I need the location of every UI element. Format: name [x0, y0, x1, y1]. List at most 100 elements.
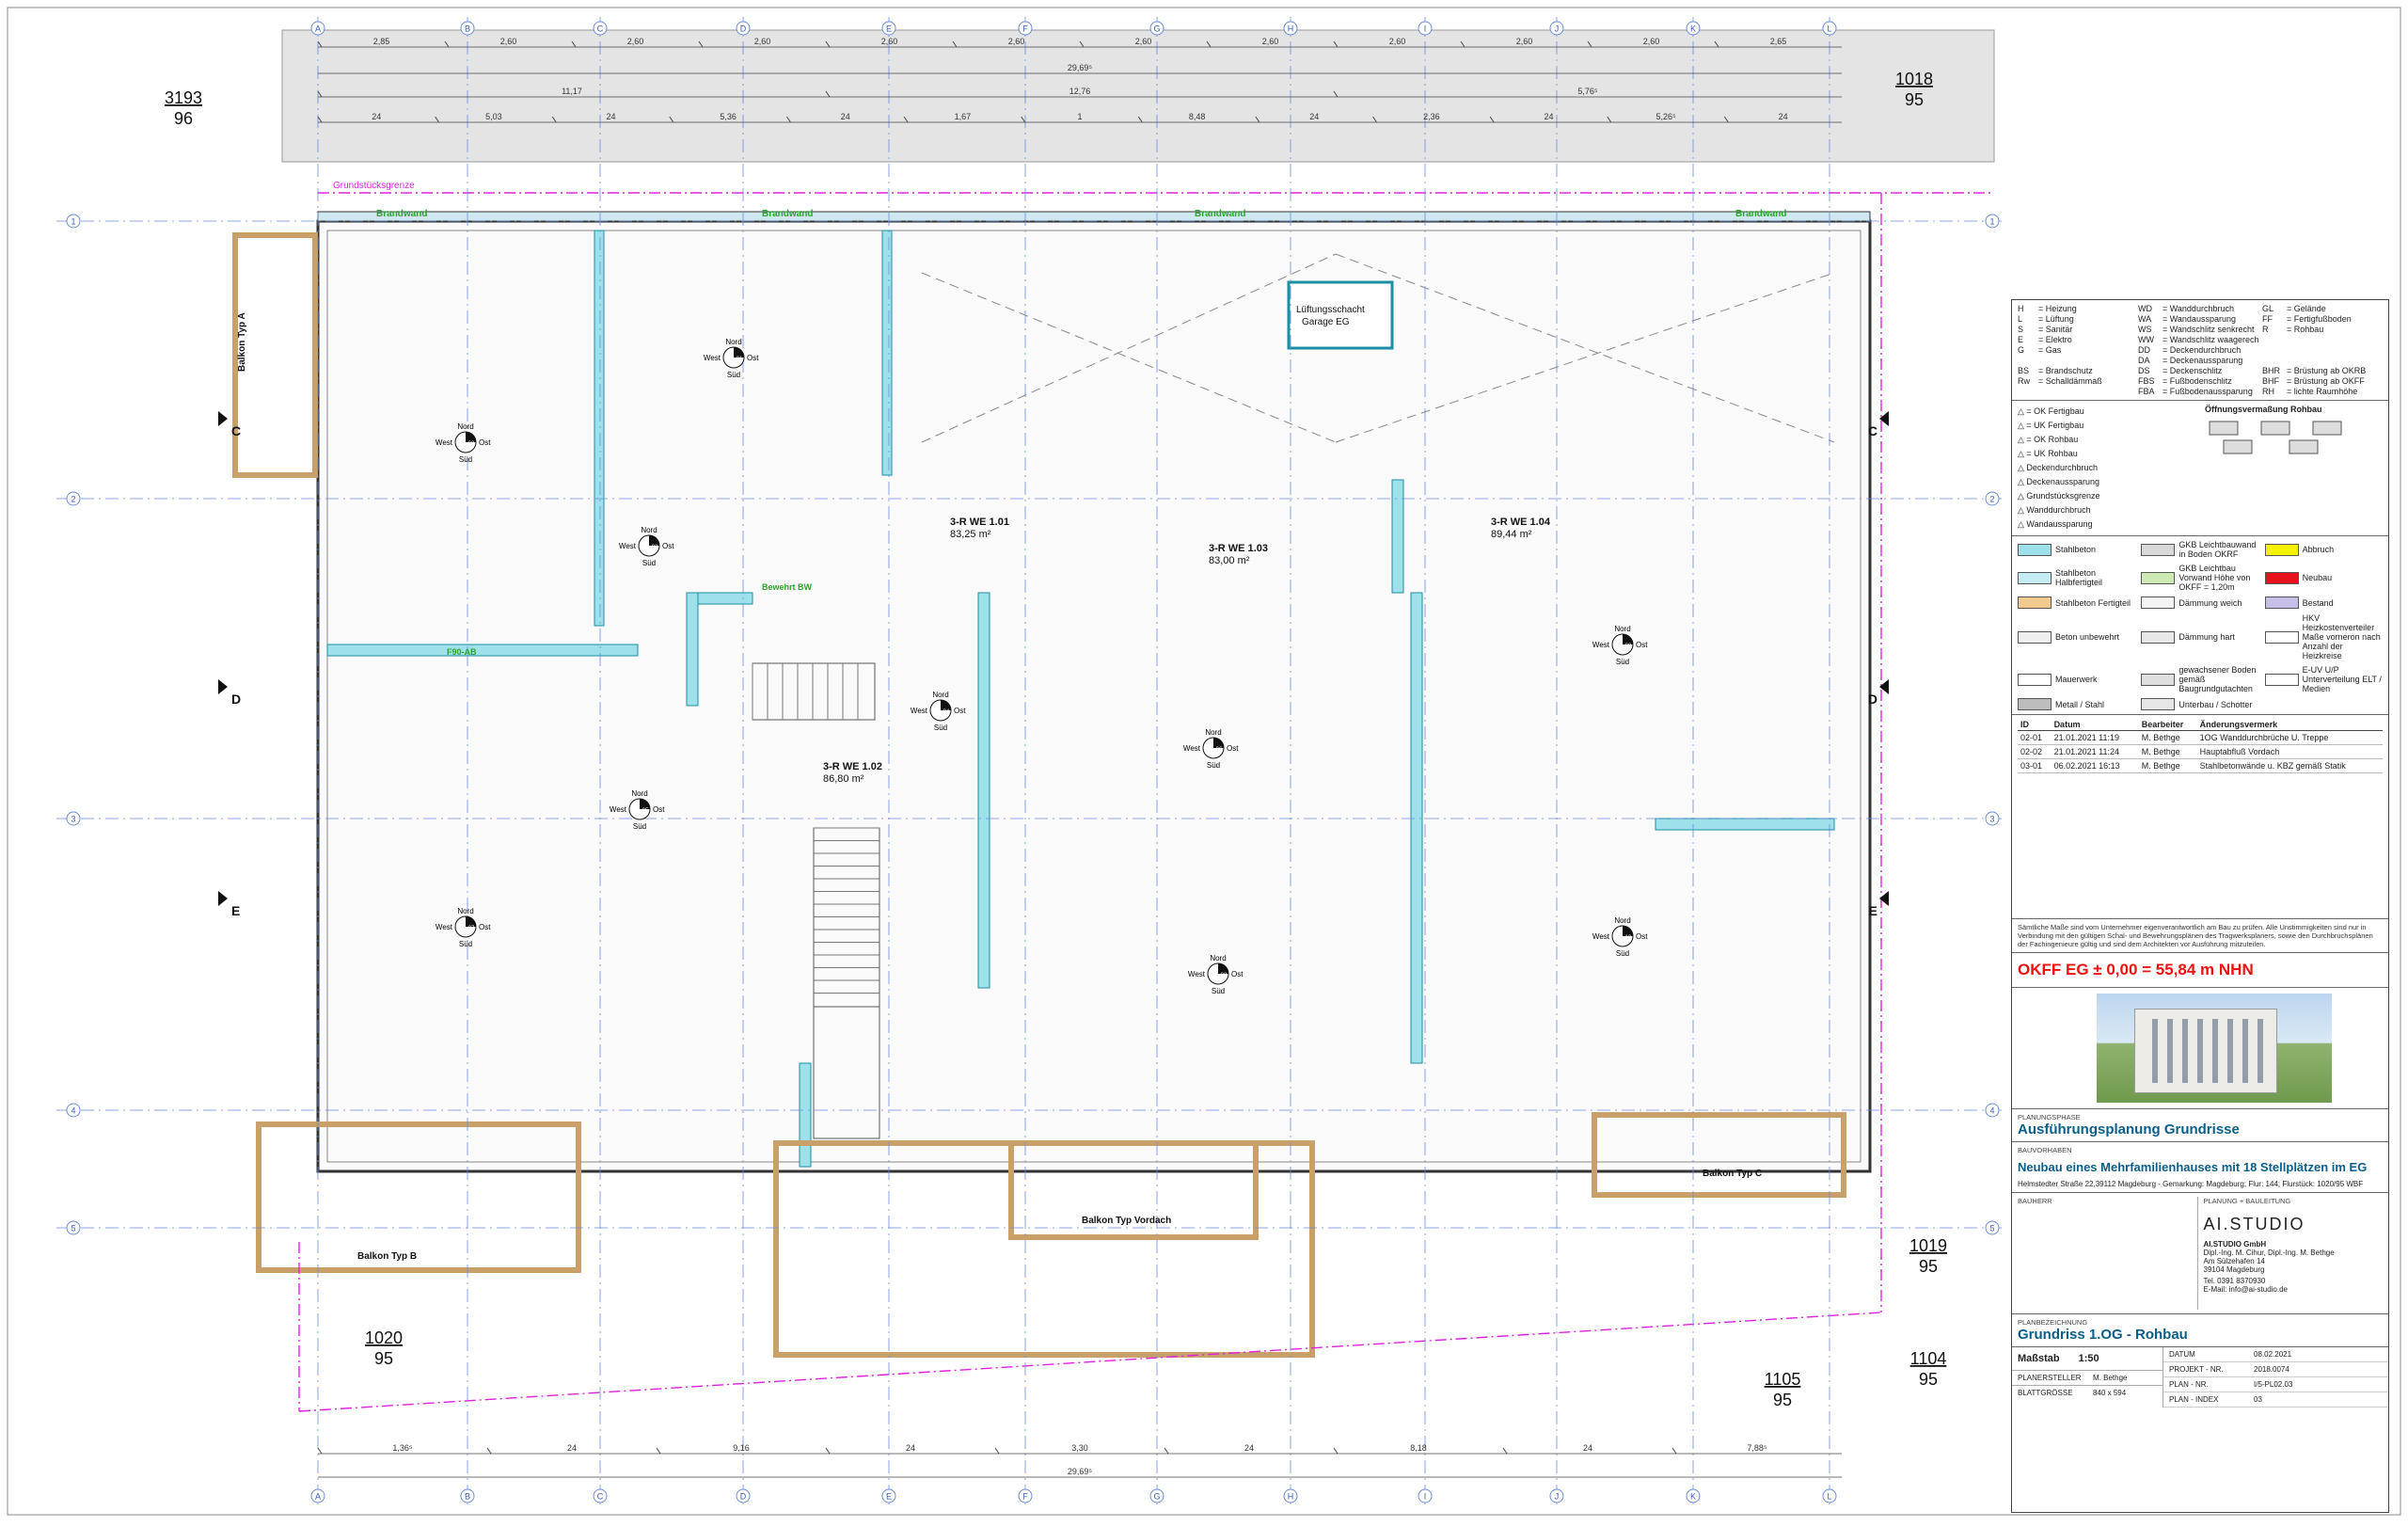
firm-city: 39104 Magdeburg: [2203, 1265, 2265, 1274]
room-area-1: 83,25 m²: [950, 529, 991, 540]
svg-text:IA 1.01: IA 1.01: [725, 357, 743, 362]
firm-name: AI.STUDIO GmbH: [2203, 1240, 2267, 1249]
opening-diagram: [2209, 421, 2342, 454]
planungsphase-value: Ausführungsplanung Grundrisse: [2018, 1121, 2240, 1137]
parcel-2-sub: 95: [1905, 90, 1924, 109]
bottom-dim-1-3: 24: [906, 1443, 915, 1453]
material-item-16: Unterbau / Schotter: [2141, 698, 2258, 710]
abbrev-0-3: = Wanddurchbruch: [2162, 304, 2234, 313]
svg-text:West: West: [704, 354, 721, 362]
svg-text:H: H: [1288, 24, 1294, 34]
material-swatch: [2018, 630, 2052, 644]
blattgroesse-value: 840 x 594: [2093, 1389, 2127, 1397]
svg-text:IA 1.08: IA 1.08: [1210, 973, 1228, 978]
abbrev-4-5: [2287, 345, 2383, 355]
room-area-3: 83,00 m²: [1209, 555, 1250, 566]
abbrev-8-2: FBA: [2138, 387, 2155, 396]
brandwand-label-1: Brandwand: [376, 209, 427, 219]
brandwand-label-2: Brandwand: [762, 209, 813, 219]
axis-bubble-row-3-left: 3: [66, 811, 81, 826]
material-swatch: [2264, 596, 2299, 609]
top-dim-4-1: 5,03: [485, 112, 502, 121]
axis-bubble-F-bottom: F: [1018, 1488, 1033, 1503]
svg-text:K: K: [1690, 1492, 1696, 1502]
svg-text:C: C: [597, 1492, 604, 1502]
svg-text:Nord: Nord: [457, 907, 473, 915]
axis-bubble-L-bottom: L: [1822, 1488, 1837, 1503]
top-dim-1-5: 2,60: [1008, 37, 1025, 46]
svg-text:C: C: [231, 423, 241, 438]
svg-text:Ost: Ost: [479, 438, 491, 447]
abbrev-8-4: RH: [2262, 387, 2274, 396]
material-label: Dämmung weich: [2178, 597, 2242, 608]
abbrev-0-5: = Gelände: [2287, 304, 2326, 313]
room-area-4: 89,44 m²: [1491, 529, 1532, 540]
svg-text:D: D: [231, 692, 241, 707]
shaft-label-2: Garage EG: [1302, 317, 1350, 327]
abbrev-1-2: WA: [2138, 314, 2152, 324]
abbrev-0-0: H: [2018, 304, 2024, 313]
axis-bubble-H-top: H: [1283, 21, 1298, 36]
material-label: Stahlbeton Halbfertigteil: [2055, 568, 2103, 587]
bauvorhaben-value: Neubau eines Mehrfamilienhauses mit 18 S…: [2018, 1160, 2368, 1174]
top-dim-4-6: 1: [1077, 112, 1082, 121]
svg-text:E: E: [886, 24, 892, 34]
svg-text:L: L: [1827, 1492, 1831, 1502]
planersteller-value: M. Bethge: [2093, 1374, 2128, 1382]
abbrev-0-4: GL: [2262, 304, 2274, 313]
svg-text:West: West: [911, 707, 928, 715]
svg-text:IA 1.07: IA 1.07: [457, 926, 475, 931]
svg-text:Ost: Ost: [1636, 932, 1648, 941]
meta-row-1: PROJEKT - NR. 2018.0074: [2163, 1362, 2388, 1377]
abbrev-7-1: = Schalldämmaß: [2038, 376, 2102, 386]
svg-text:IA 1.05: IA 1.05: [631, 808, 649, 814]
svg-text:Ost: Ost: [479, 923, 491, 931]
abbrev-1-1: = Lüftung: [2038, 314, 2074, 324]
parcel-6-sub: 95: [1919, 1370, 1938, 1389]
abbrev-3-4: [2262, 335, 2283, 344]
material-swatch: [2018, 596, 2052, 609]
top-dim-1-11: 2,65: [1770, 37, 1787, 46]
top-dim-1-4: 2,60: [881, 37, 898, 46]
axis-bubble-row-3-right: 3: [1985, 811, 2000, 826]
svg-text:1: 1: [71, 217, 75, 227]
axis-bubble-B-top: B: [460, 21, 475, 36]
svg-text:Süd: Süd: [1207, 761, 1220, 770]
svg-text:Ost: Ost: [1227, 744, 1239, 753]
shaft-label-1: Lüftungsschacht: [1296, 305, 1365, 315]
svg-text:Nord: Nord: [457, 422, 473, 431]
top-dim-1-3: 2,60: [754, 37, 771, 46]
abbrev-3-2: WW: [2138, 335, 2154, 344]
material-item-4: GKB Leichtbau Vorwand Höhe von OKFF = 1,…: [2141, 564, 2258, 592]
material-label: Stahlbeton: [2055, 545, 2097, 554]
top-dim-3-1: 12,76: [1069, 87, 1091, 96]
svg-text:Nord: Nord: [725, 338, 741, 346]
bottom-dim-1-8: 7,88⁵: [1747, 1443, 1767, 1453]
svg-text:Nord: Nord: [1210, 954, 1226, 962]
abbrev-2-5: = Rohbau: [2287, 325, 2324, 334]
axis-bubble-row-4-left: 4: [66, 1103, 81, 1118]
svg-text:B: B: [465, 1492, 470, 1502]
symbol-item-6: △ Grundstücksgrenze: [2018, 491, 2100, 501]
svg-text:D: D: [740, 1492, 747, 1502]
room-label-4: 3-R WE 1.04: [1491, 517, 1551, 528]
blattgroesse-label: BLATTGRÖSSE: [2018, 1389, 2073, 1397]
abbrev-2-3: = Wandschlitz senkrecht: [2162, 325, 2255, 334]
svg-text:Ost: Ost: [747, 354, 759, 362]
abbrev-1-4: FF: [2262, 314, 2273, 324]
top-dim-3-0: 11,17: [562, 87, 582, 96]
material-legend: Stahlbeton GKB Leichtbauwand in Boden OKR…: [2012, 536, 2388, 715]
axis-bubble-row-5-right: 5: [1985, 1220, 2000, 1235]
parcel-3-sub: 95: [1919, 1257, 1938, 1276]
svg-text:West: West: [436, 438, 453, 447]
material-label: GKB Leichtbauwand in Boden OKRF: [2178, 540, 2257, 559]
abbrev-5-1: [2038, 356, 2134, 365]
material-item-7: Dämmung weich: [2141, 596, 2258, 609]
balkon-b-label: Balkon Typ B: [357, 1251, 417, 1262]
top-dim-1-2: 2,60: [627, 37, 644, 46]
material-item-11: HKV Heizkostenverteiler Maße vorneron na…: [2264, 613, 2383, 660]
parcel-3-num: 1019: [1909, 1236, 1947, 1255]
room-label-3: 3-R WE 1.03: [1209, 543, 1268, 554]
abbrev-3-5: [2287, 335, 2383, 344]
bottom-dim-1-7: 24: [1583, 1443, 1592, 1453]
